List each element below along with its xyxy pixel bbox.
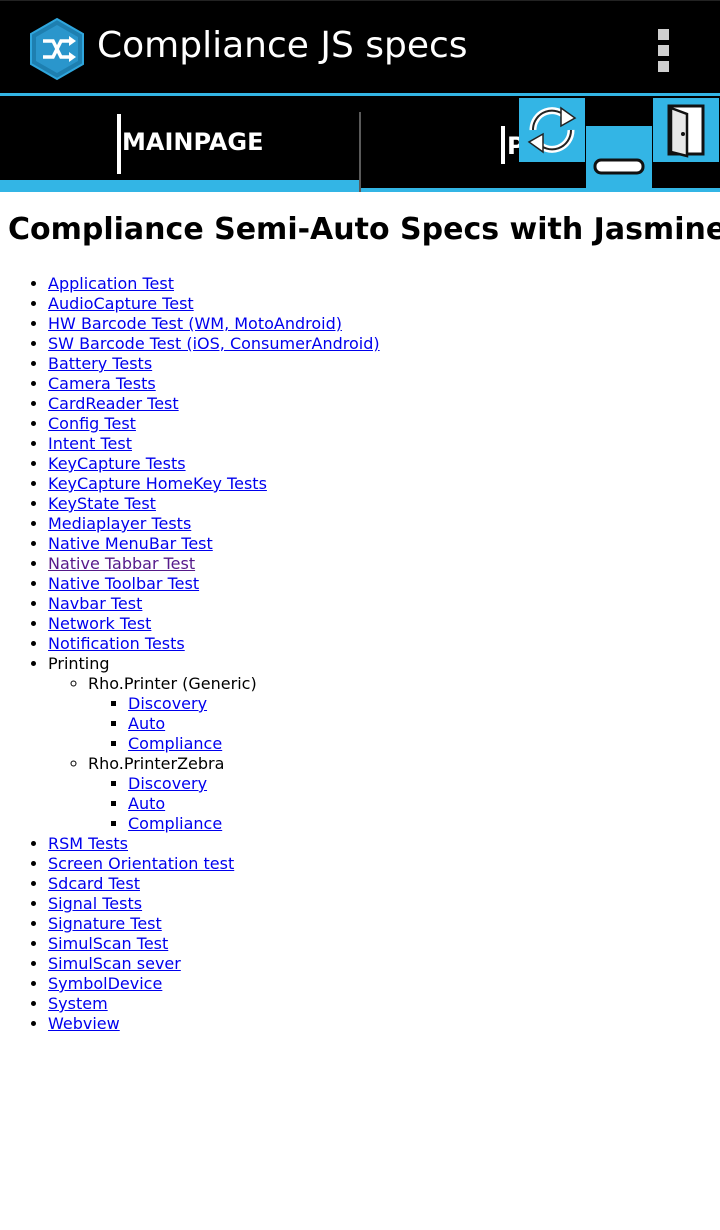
tab-bar: MAINPAGE P bbox=[0, 96, 720, 192]
list-item: KeyCapture Tests bbox=[48, 454, 380, 474]
spec-link-native-toolbar[interactable]: Native Toolbar Test bbox=[48, 574, 199, 593]
spec-link-mediaplayer[interactable]: Mediaplayer Tests bbox=[48, 514, 191, 533]
action-bar: Compliance JS specs bbox=[0, 0, 720, 93]
sublist-item: Discovery bbox=[128, 774, 380, 794]
list-item: Camera Tests bbox=[48, 374, 380, 394]
spec-link-sw-barcode[interactable]: SW Barcode Test (iOS, ConsumerAndroid) bbox=[48, 334, 380, 353]
list-item: SW Barcode Test (iOS, ConsumerAndroid) bbox=[48, 334, 380, 354]
tab-second[interactable]: P bbox=[361, 96, 720, 192]
spec-link-screen-orientation[interactable]: Screen Orientation test bbox=[48, 854, 234, 873]
sublist-item: Discovery bbox=[128, 694, 380, 714]
spec-list: Application Test AudioCapture Test HW Ba… bbox=[48, 274, 380, 1034]
sublist-item: Auto bbox=[128, 794, 380, 814]
printer-zebra-compliance-link[interactable]: Compliance bbox=[128, 814, 222, 833]
spec-link-audiocapture[interactable]: AudioCapture Test bbox=[48, 294, 194, 313]
list-item: Signature Test bbox=[48, 914, 380, 934]
list-item: Native Tabbar Test bbox=[48, 554, 380, 574]
spec-link-signal[interactable]: Signal Tests bbox=[48, 894, 142, 913]
list-item: SimulScan sever bbox=[48, 954, 380, 974]
spec-link-cardreader[interactable]: CardReader Test bbox=[48, 394, 179, 413]
spec-link-hw-barcode[interactable]: HW Barcode Test (WM, MotoAndroid) bbox=[48, 314, 342, 333]
sync-button[interactable] bbox=[519, 98, 585, 162]
list-item: Config Test bbox=[48, 414, 380, 434]
printer-generic-label: Rho.Printer (Generic) bbox=[88, 674, 257, 693]
spec-link-native-tabbar[interactable]: Native Tabbar Test bbox=[48, 554, 195, 573]
spec-link-keystate[interactable]: KeyState Test bbox=[48, 494, 156, 513]
list-item: System bbox=[48, 994, 380, 1014]
tab-bottom-line bbox=[361, 188, 720, 192]
app-title: Compliance JS specs bbox=[97, 25, 468, 66]
spec-link-config[interactable]: Config Test bbox=[48, 414, 136, 433]
sublist-item: Rho.Printer (Generic) Discovery Auto Com… bbox=[88, 674, 380, 754]
tab-text-cursor bbox=[117, 114, 121, 174]
list-item: KeyState Test bbox=[48, 494, 380, 514]
spec-link-camera[interactable]: Camera Tests bbox=[48, 374, 156, 393]
spec-link-simulscan-sever[interactable]: SimulScan sever bbox=[48, 954, 181, 973]
list-item: Native Toolbar Test bbox=[48, 574, 380, 594]
list-item: Webview bbox=[48, 1014, 380, 1034]
app-logo-icon[interactable] bbox=[27, 17, 87, 81]
list-item: Native MenuBar Test bbox=[48, 534, 380, 554]
page-title: Compliance Semi-Auto Specs with Jasmine bbox=[8, 212, 720, 247]
sublist-item: Auto bbox=[128, 714, 380, 734]
spec-link-signature[interactable]: Signature Test bbox=[48, 914, 162, 933]
printer-generic-links: Discovery Auto Compliance bbox=[128, 694, 380, 754]
printer-zebra-auto-link[interactable]: Auto bbox=[128, 794, 165, 813]
spec-link-system[interactable]: System bbox=[48, 994, 108, 1013]
sublist-item: Rho.PrinterZebra Discovery Auto Complian… bbox=[88, 754, 380, 834]
printer-generic-discovery-link[interactable]: Discovery bbox=[128, 694, 207, 713]
list-item: CardReader Test bbox=[48, 394, 380, 414]
list-item: Screen Orientation test bbox=[48, 854, 380, 874]
spec-link-intent[interactable]: Intent Test bbox=[48, 434, 132, 453]
printer-zebra-discovery-link[interactable]: Discovery bbox=[128, 774, 207, 793]
list-item: Intent Test bbox=[48, 434, 380, 454]
spec-link-battery[interactable]: Battery Tests bbox=[48, 354, 152, 373]
spec-link-keycapture-homekey[interactable]: KeyCapture HomeKey Tests bbox=[48, 474, 267, 493]
printer-generic-compliance-link[interactable]: Compliance bbox=[128, 734, 222, 753]
list-item: RSM Tests bbox=[48, 834, 380, 854]
printing-sublist: Rho.Printer (Generic) Discovery Auto Com… bbox=[88, 674, 380, 834]
list-item: KeyCapture HomeKey Tests bbox=[48, 474, 380, 494]
spec-link-keycapture[interactable]: KeyCapture Tests bbox=[48, 454, 186, 473]
spec-link-native-menubar[interactable]: Native MenuBar Test bbox=[48, 534, 213, 553]
list-item: Notification Tests bbox=[48, 634, 380, 654]
spec-link-rsm[interactable]: RSM Tests bbox=[48, 834, 128, 853]
spec-link-notification[interactable]: Notification Tests bbox=[48, 634, 185, 653]
spec-link-sdcard[interactable]: Sdcard Test bbox=[48, 874, 140, 893]
sublist-item: Compliance bbox=[128, 814, 380, 834]
tab-text-cursor bbox=[501, 126, 505, 164]
list-item: SimulScan Test bbox=[48, 934, 380, 954]
printing-label: Printing bbox=[48, 654, 110, 673]
list-item: Battery Tests bbox=[48, 354, 380, 374]
minimize-button[interactable] bbox=[586, 126, 652, 190]
list-item: HW Barcode Test (WM, MotoAndroid) bbox=[48, 314, 380, 334]
spec-link-navbar[interactable]: Navbar Test bbox=[48, 594, 142, 613]
exit-door-icon bbox=[667, 104, 705, 158]
spec-link-symboldevice[interactable]: SymbolDevice bbox=[48, 974, 162, 993]
tab-selected-indicator bbox=[0, 180, 359, 192]
list-item: Signal Tests bbox=[48, 894, 380, 914]
printer-zebra-label: Rho.PrinterZebra bbox=[88, 754, 225, 773]
list-item-printing: Printing Rho.Printer (Generic) Discovery… bbox=[48, 654, 380, 834]
printer-generic-auto-link[interactable]: Auto bbox=[128, 714, 165, 733]
spec-link-application[interactable]: Application Test bbox=[48, 274, 174, 293]
exit-button[interactable] bbox=[653, 98, 719, 162]
list-item: Mediaplayer Tests bbox=[48, 514, 380, 534]
spec-link-webview[interactable]: Webview bbox=[48, 1014, 120, 1033]
tab-mainpage-label: MAINPAGE bbox=[122, 128, 264, 156]
overflow-menu-icon[interactable] bbox=[654, 27, 674, 72]
list-item: Sdcard Test bbox=[48, 874, 380, 894]
list-item: Navbar Test bbox=[48, 594, 380, 614]
tab-mainpage[interactable]: MAINPAGE bbox=[0, 96, 359, 192]
printer-zebra-links: Discovery Auto Compliance bbox=[128, 774, 380, 834]
list-item: Application Test bbox=[48, 274, 380, 294]
spec-link-network[interactable]: Network Test bbox=[48, 614, 151, 633]
sync-icon bbox=[527, 106, 577, 154]
sublist-item: Compliance bbox=[128, 734, 380, 754]
list-item: Network Test bbox=[48, 614, 380, 634]
spec-link-simulscan[interactable]: SimulScan Test bbox=[48, 934, 168, 953]
list-item: AudioCapture Test bbox=[48, 294, 380, 314]
minimize-icon bbox=[593, 158, 645, 175]
list-item: SymbolDevice bbox=[48, 974, 380, 994]
